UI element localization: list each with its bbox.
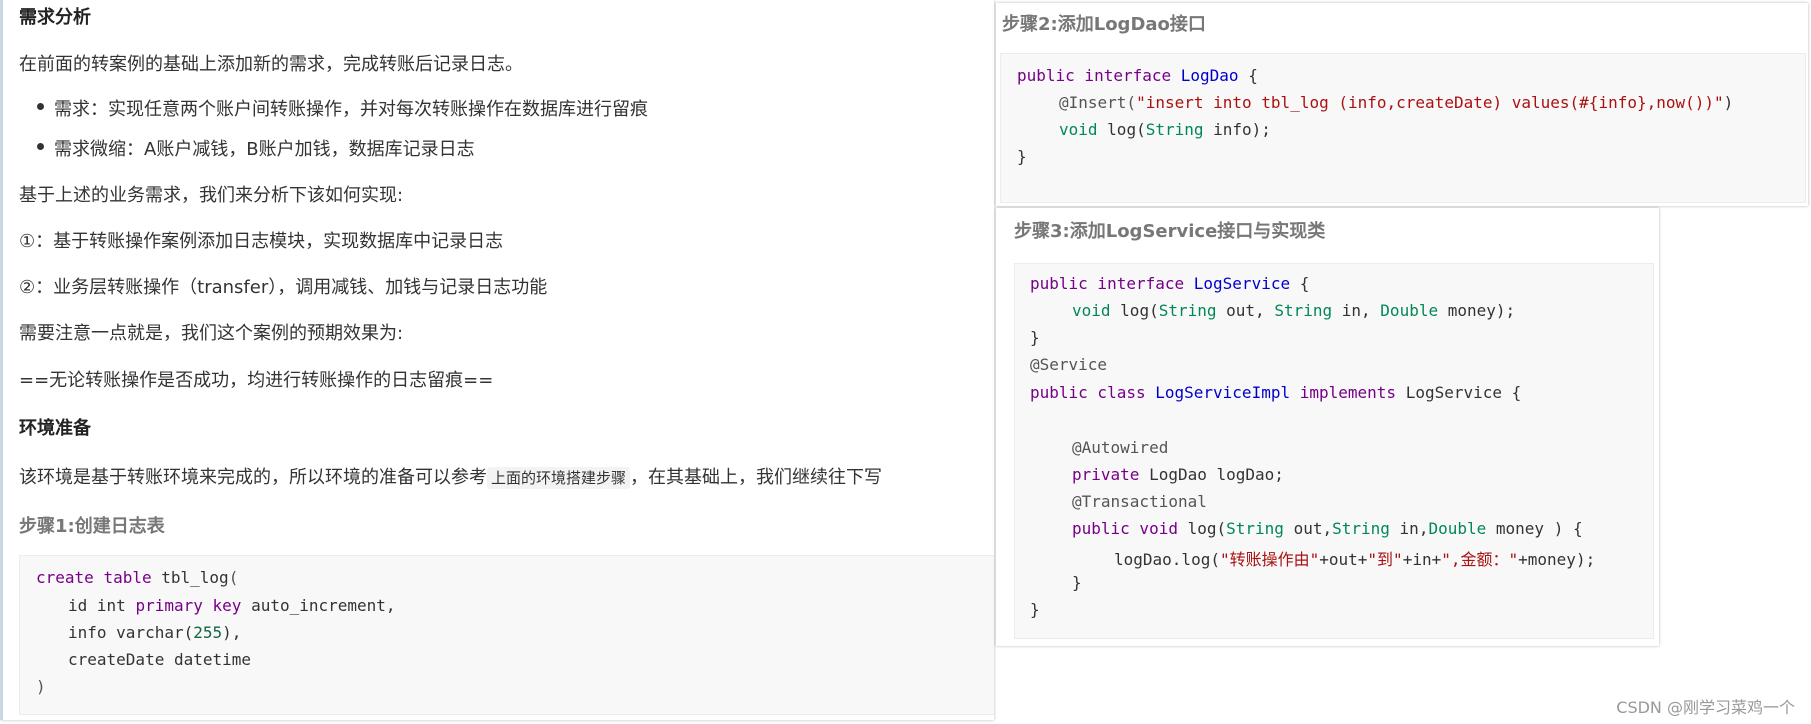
note-intro: 需要注意一点就是，我们这个案例的预期效果为:	[19, 323, 404, 344]
code-line: public void log(String out,String in,Dou…	[1072, 519, 1583, 538]
left-document-panel: 需求分析 在前面的转案例的基础上添加新的需求，完成转账后记录日志。 需求：实现任…	[0, 0, 994, 720]
bullet-item-requirement: 需求：实现任意两个账户间转账操作，并对每次转账操作在数据库进行留痕	[54, 99, 648, 120]
code-line: }	[1030, 600, 1040, 619]
watermark: CSDN @刚学习菜鸡一个	[1616, 698, 1795, 717]
highlight-text: ==无论转账操作是否成功，均进行转账操作的日志留痕==	[19, 370, 494, 391]
code-line: createDate datetime	[68, 650, 252, 669]
code-line: logDao.log("转账操作由"+out+"到"+in+",金额："+mon…	[1114, 550, 1596, 569]
bullet-item-requirement-short: 需求微缩：A账户减钱，B账户加钱，数据库记录日志	[54, 139, 475, 160]
env-inline-code: 上面的环境搭建步骤	[487, 467, 631, 489]
code-line: @Insert("insert into tbl_log (info,creat…	[1059, 93, 1734, 112]
code-line: void log(String out, String in, Double m…	[1072, 301, 1516, 320]
env-text-post: ，在其基础上，我们继续往下写	[630, 467, 883, 488]
env-text-pre: 该环境是基于转账环境来完成的，所以环境的准备可以参考	[19, 467, 487, 488]
code-line: private LogDao logDao;	[1072, 465, 1284, 484]
code-line: }	[1017, 147, 1027, 166]
step1-title: 步骤1:创建日志表	[19, 516, 165, 537]
logdao-panel: 步骤2:添加LogDao接口 public interface LogDao {…	[996, 3, 1808, 206]
step-one-text: ①：基于转账操作案例添加日志模块，实现数据库中记录日志	[19, 231, 504, 252]
logservice-panel: 步骤3:添加LogService接口与实现类 public interface …	[996, 208, 1659, 646]
code-line: info varchar(255),	[68, 623, 242, 642]
code-line: }	[1030, 328, 1040, 347]
code-line: public interface LogService {	[1030, 274, 1310, 293]
logdao-code-block: public interface LogDao { @Insert("inser…	[1000, 53, 1806, 203]
code-line: id int primary key auto_increment,	[68, 596, 396, 615]
code-line: )	[36, 677, 46, 696]
step2-title: 步骤2:添加LogDao接口	[1002, 14, 1206, 35]
code-line: public interface LogDao {	[1017, 66, 1258, 85]
code-line: @Transactional	[1072, 492, 1207, 511]
bullet-dot	[37, 143, 44, 150]
intro-text: 在前面的转案例的基础上添加新的需求，完成转账后记录日志。	[19, 54, 523, 75]
code-line: void log(String info);	[1059, 120, 1271, 139]
analysis-intro: 基于上述的业务需求，我们来分析下该如何实现:	[19, 185, 404, 206]
code-line: }	[1072, 573, 1082, 592]
sql-code-block: create table tbl_log( id int primary key…	[19, 555, 994, 715]
step-two-text: ②：业务层转账操作（transfer），调用减钱、加钱与记录日志功能	[19, 277, 548, 298]
env-title: 环境准备	[19, 418, 91, 439]
code-line: @Autowired	[1072, 438, 1169, 457]
step3-title: 步骤3:添加LogService接口与实现类	[1014, 221, 1326, 242]
section-title: 需求分析	[19, 7, 91, 28]
logservice-code-block: public interface LogService { void log(S…	[1014, 263, 1654, 639]
code-line: create table tbl_log(	[36, 568, 239, 587]
code-line: @Service	[1030, 355, 1108, 374]
code-line: public class LogServiceImpl implements L…	[1030, 383, 1522, 402]
env-text: 该环境是基于转账环境来完成的，所以环境的准备可以参考 上面的环境搭建步骤 ，在其基础…	[19, 463, 882, 489]
bullet-dot	[37, 103, 44, 110]
